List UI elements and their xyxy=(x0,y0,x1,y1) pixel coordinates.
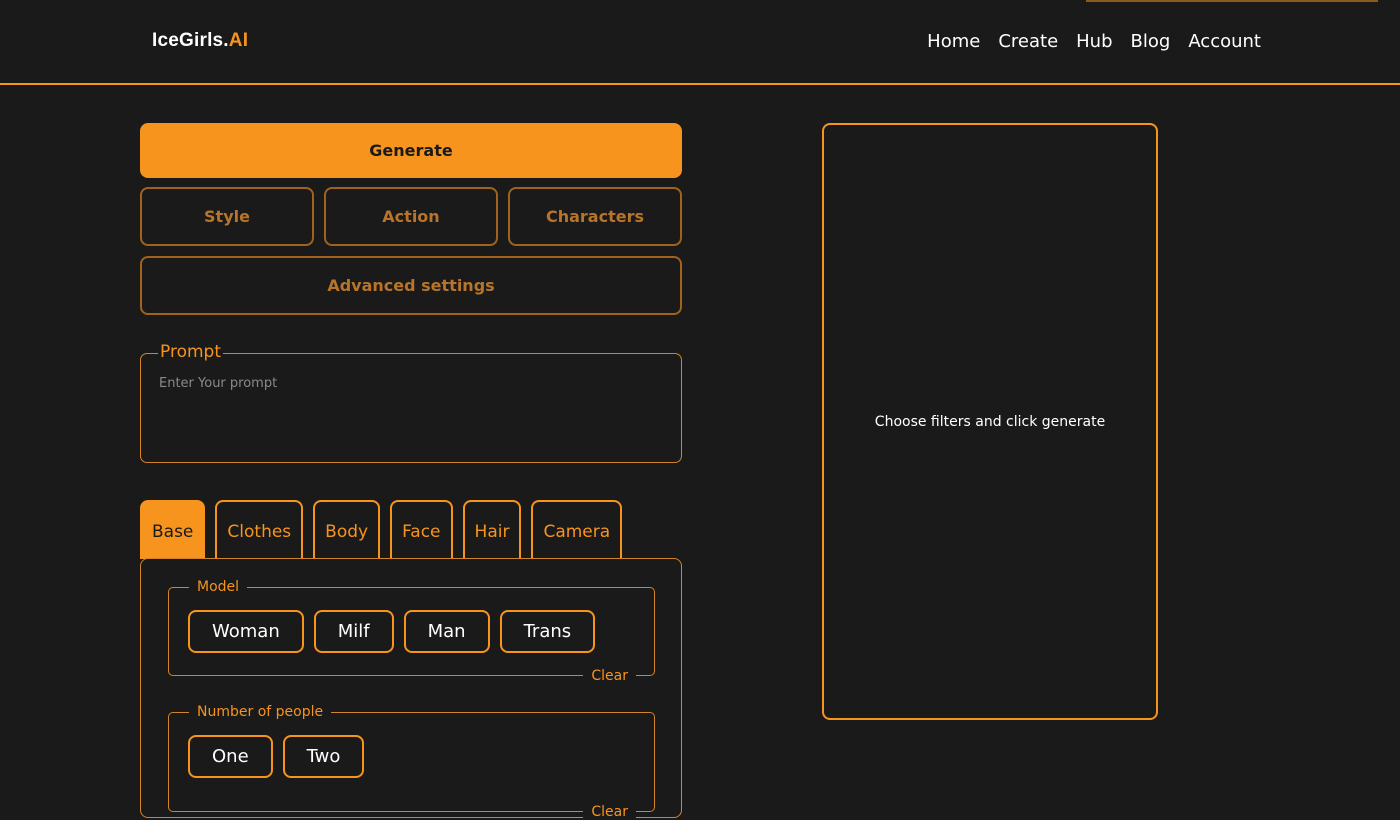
prompt-label: Prompt xyxy=(158,342,223,362)
action-button[interactable]: Action xyxy=(324,187,498,246)
model-option-trans[interactable]: Trans xyxy=(499,610,596,653)
people-options: One Two xyxy=(188,735,365,778)
model-clear-link[interactable]: Clear xyxy=(583,668,636,684)
model-option-woman[interactable]: Woman xyxy=(188,610,304,653)
people-option-one[interactable]: One xyxy=(188,735,273,778)
option-buttons-row: Style Action Characters xyxy=(140,187,682,246)
tab-clothes[interactable]: Clothes xyxy=(215,500,304,559)
advanced-settings-button[interactable]: Advanced settings xyxy=(140,256,682,315)
tab-hair[interactable]: Hair xyxy=(462,500,522,559)
logo-text: IceGirls. xyxy=(152,30,229,51)
nav-blog-link[interactable]: Blog xyxy=(1131,31,1171,52)
prompt-input[interactable] xyxy=(159,376,659,391)
nav-home-link[interactable]: Home xyxy=(927,31,980,52)
people-clear-link[interactable]: Clear xyxy=(583,804,636,820)
characters-button[interactable]: Characters xyxy=(508,187,682,246)
preview-message: Choose filters and click generate xyxy=(874,413,1106,430)
base-tab-panel: Model Woman Milf Man Trans Clear Number … xyxy=(140,558,682,820)
logo-ai-text: AI xyxy=(228,30,249,51)
header-accent-line xyxy=(1086,0,1378,2)
prompt-box: Prompt xyxy=(140,342,682,463)
site-header: IceGirls.AI Home Create Hub Blog Account xyxy=(0,0,1400,85)
model-options: Woman Milf Man Trans xyxy=(188,610,596,653)
image-preview-area: Choose filters and click generate xyxy=(822,123,1158,720)
nav-hub-link[interactable]: Hub xyxy=(1076,31,1112,52)
style-button[interactable]: Style xyxy=(140,187,314,246)
model-fieldset: Model Woman Milf Man Trans Clear xyxy=(168,579,655,684)
people-label: Number of people xyxy=(189,704,332,720)
tab-base[interactable]: Base xyxy=(140,500,206,559)
model-option-milf[interactable]: Milf xyxy=(313,610,394,653)
nav-create-link[interactable]: Create xyxy=(998,31,1058,52)
tab-face[interactable]: Face xyxy=(390,500,453,559)
people-option-two[interactable]: Two xyxy=(282,735,365,778)
generate-button[interactable]: Generate xyxy=(140,123,682,178)
tab-camera[interactable]: Camera xyxy=(531,500,623,559)
model-label: Model xyxy=(189,579,248,595)
nav-account-link[interactable]: Account xyxy=(1188,31,1261,52)
model-option-man[interactable]: Man xyxy=(403,610,490,653)
controls-column: Generate Style Action Characters Advance… xyxy=(140,123,682,463)
logo[interactable]: IceGirls.AI xyxy=(152,30,248,52)
main-nav: Home Create Hub Blog Account xyxy=(927,31,1261,52)
filter-tabs: Base Clothes Body Face Hair Camera xyxy=(140,500,623,559)
people-fieldset: Number of people One Two Clear xyxy=(168,704,655,820)
tab-body[interactable]: Body xyxy=(313,500,381,559)
